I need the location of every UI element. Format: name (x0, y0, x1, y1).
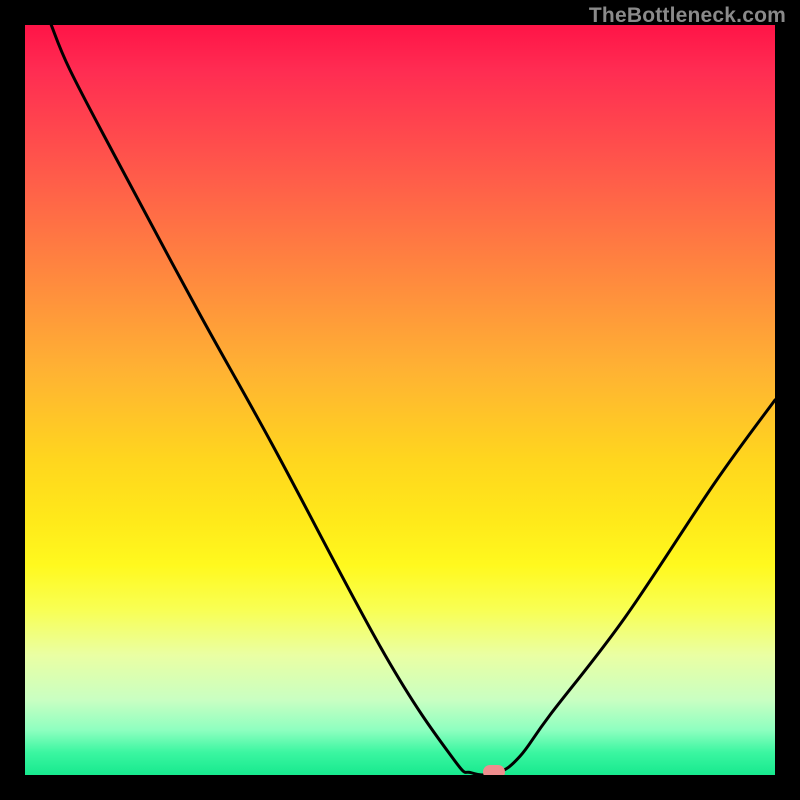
watermark-label: TheBottleneck.com (589, 4, 786, 28)
optimum-marker (483, 765, 505, 775)
chart-frame: TheBottleneck.com (0, 0, 800, 800)
plot-area (25, 25, 775, 775)
bottleneck-curve (25, 25, 775, 775)
